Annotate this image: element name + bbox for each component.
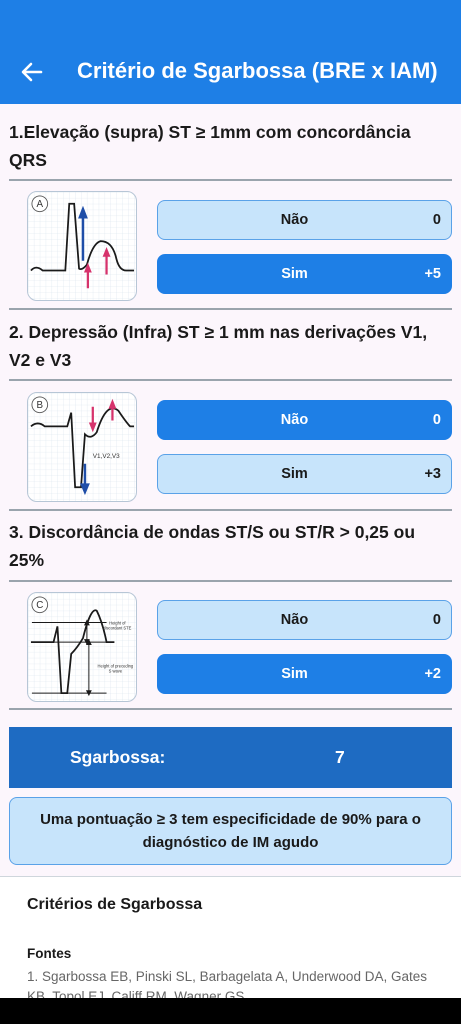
option-points: 0	[432, 212, 441, 228]
interpretation-box: Uma pontuação ≥ 3 tem especificidade de …	[9, 797, 452, 865]
option-points: +5	[424, 266, 441, 282]
criterion-3-title: 3. Discordância de ondas ST/S ou ST/R > …	[9, 522, 416, 570]
score-value: 7	[335, 747, 345, 767]
option-label: Não	[280, 612, 309, 628]
arrow-left-icon	[21, 62, 43, 82]
criterion-1-title: 1.Elevação (supra) ST ≥ 1mm com concordâ…	[9, 122, 411, 170]
divider	[9, 379, 452, 381]
option-points: 0	[432, 612, 441, 628]
figure-label-bottom: Height of preceding S wave	[97, 663, 134, 674]
criterion-2-title: 2. Depressão (Infra) ST ≥ 1 mm nas deriv…	[9, 322, 428, 370]
option-points: 0	[432, 412, 441, 428]
criterion-3-ecg-figure: C Height of discordant STE Height of pre…	[27, 592, 137, 702]
option-label: Sim	[281, 266, 308, 282]
sources-title: Fontes	[27, 946, 72, 961]
svg-text:V1,V2,V3: V1,V2,V3	[93, 453, 120, 460]
section-title: Critérios de Sgarbossa	[27, 896, 203, 913]
svg-text:A: A	[37, 199, 44, 210]
criterion-1-option-sim[interactable]: Sim +5	[157, 254, 452, 294]
criterion-2-ecg-figure: B V1,V2,V3	[27, 392, 137, 502]
option-points: +2	[424, 666, 441, 682]
option-label: Não	[280, 412, 309, 428]
back-button[interactable]	[18, 56, 46, 88]
divider	[9, 708, 452, 710]
criterion-1-option-nao[interactable]: Não 0	[157, 200, 452, 240]
option-points: +3	[424, 466, 441, 482]
divider	[9, 179, 452, 181]
app-bar: Critério de Sgarbossa (BRE x IAM)	[0, 0, 461, 104]
svg-text:C: C	[36, 600, 43, 611]
page-title: Critério de Sgarbossa (BRE x IAM)	[77, 58, 438, 83]
figure-label-top: Height of discordant STE	[103, 620, 132, 631]
score-label: Sgarbossa:	[70, 747, 166, 767]
criterion-3-option-nao[interactable]: Não 0	[157, 600, 452, 640]
system-nav-bar	[0, 998, 461, 1024]
option-label: Não	[280, 212, 309, 228]
score-bar: Sgarbossa: 7	[9, 727, 452, 788]
criterion-1-ecg-figure: A	[27, 191, 137, 301]
svg-text:B: B	[37, 400, 44, 411]
references-section: Critérios de Sgarbossa Fontes 1. Sgarbos…	[0, 876, 461, 1004]
criterion-2-option-nao[interactable]: Não 0	[157, 400, 452, 440]
criterion-2-option-sim[interactable]: Sim +3	[157, 454, 452, 494]
option-label: Sim	[281, 466, 308, 482]
divider	[9, 509, 452, 511]
divider	[9, 580, 452, 582]
option-label: Sim	[281, 666, 308, 682]
divider	[9, 308, 452, 310]
criterion-3-option-sim[interactable]: Sim +2	[157, 654, 452, 694]
